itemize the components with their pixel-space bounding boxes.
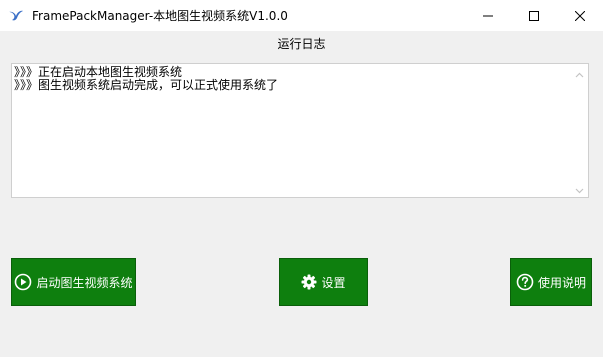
maximize-button[interactable] <box>511 0 557 31</box>
maximize-icon <box>529 10 539 21</box>
start-system-label: 启动图生视频系统 <box>36 275 133 290</box>
chevron-up-icon <box>575 63 584 82</box>
minimize-icon <box>483 11 493 21</box>
scroll-down-button[interactable] <box>571 180 588 197</box>
close-button[interactable] <box>557 0 603 31</box>
settings-button[interactable]: 设置 <box>279 258 368 306</box>
gear-icon <box>301 274 317 290</box>
start-system-button[interactable]: 启动图生视频系统 <box>11 258 136 306</box>
settings-label: 设置 <box>321 275 346 290</box>
close-icon <box>575 10 585 21</box>
scroll-up-button[interactable] <box>571 64 588 81</box>
minimize-button[interactable] <box>465 0 511 31</box>
help-label: 使用说明 <box>537 275 586 290</box>
play-circle-icon <box>14 273 32 291</box>
window-title: FramePackManager-本地图生视频系统V1.0.0 <box>32 9 288 23</box>
log-scrollbar[interactable] <box>571 64 588 197</box>
log-title: 运行日志 <box>277 37 326 51</box>
title-bar[interactable]: FramePackManager-本地图生视频系统V1.0.0 <box>0 0 603 31</box>
log-textbox[interactable]: 》》》正在启动本地图生视频系统 》》》图生视频系统启动完成，可以正式使用系统了 <box>11 63 589 198</box>
app-window: FramePackManager-本地图生视频系统V1.0.0 运行日志 》》》… <box>0 0 603 357</box>
bird-logo-icon <box>8 8 24 22</box>
question-circle-icon <box>516 273 534 291</box>
log-lines: 》》》正在启动本地图生视频系统 》》》图生视频系统启动完成，可以正式使用系统了 <box>14 66 570 92</box>
log-line: 》》》图生视频系统启动完成，可以正式使用系统了 <box>14 78 279 92</box>
chevron-down-icon <box>575 179 584 198</box>
help-button[interactable]: 使用说明 <box>510 258 592 306</box>
